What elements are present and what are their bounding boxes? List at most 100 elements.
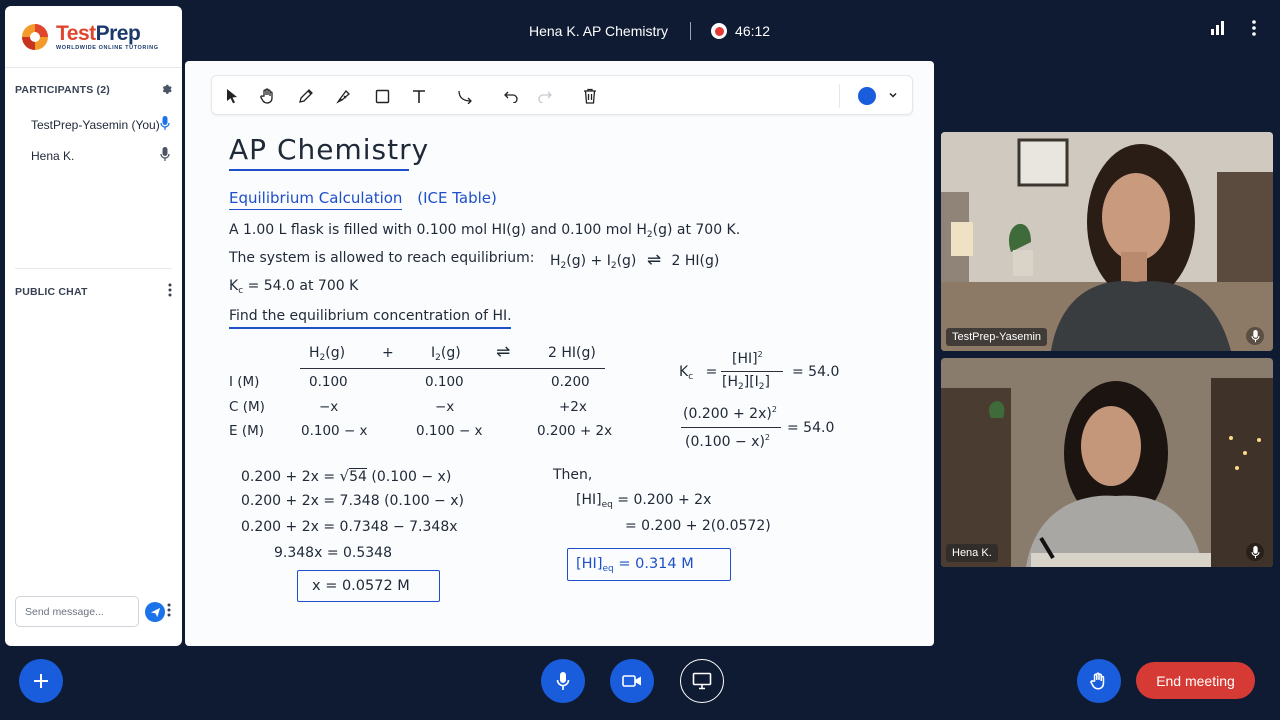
- kc-sub-numerator: (0.200 + 2x)2: [683, 405, 777, 422]
- superscript: 2: [771, 405, 777, 414]
- ice-cell: 0.200 + 2x: [537, 423, 613, 439]
- ice-cell: 0.100 − x: [301, 423, 368, 439]
- mic-icon: [160, 116, 170, 134]
- highlighter-icon[interactable]: [334, 86, 354, 106]
- hand-icon[interactable]: [258, 86, 278, 106]
- ice-row-label: C (M): [229, 399, 265, 415]
- chat-header: PUBLIC CHAT: [5, 283, 182, 300]
- rectangle-icon[interactable]: [372, 86, 392, 106]
- participant-item[interactable]: TestPrep-Yasemin (You): [5, 116, 182, 134]
- meeting-title: Hena K. AP Chemistry: [529, 23, 669, 39]
- subscript: eq: [601, 500, 613, 510]
- chat-menu-icon[interactable]: [168, 283, 172, 300]
- fraction-denominator: ]: [764, 374, 770, 390]
- meeting-timer: 46:12: [735, 23, 771, 39]
- reaction-equation: H2(g) + I2(g) ⇌ 2 HI(g): [550, 250, 719, 271]
- redo-icon[interactable]: [534, 86, 554, 106]
- question-underline: [229, 327, 511, 329]
- problem-line-2: The system is allowed to reach equilibri…: [229, 250, 534, 266]
- end-meeting-label: End meeting: [1156, 672, 1235, 689]
- trash-icon[interactable]: [580, 86, 600, 106]
- fraction-bar: [721, 371, 783, 372]
- participant-name: Hena K.: [31, 149, 75, 163]
- meeting-header: Hena K. AP Chemistry 46:12: [529, 22, 770, 40]
- video-name-label: TestPrep-Yasemin: [946, 328, 1048, 346]
- superscript: 2: [764, 433, 771, 442]
- work-line-1: 0.200 + 2x = √54 (0.100 − x): [241, 467, 451, 485]
- whiteboard-toolbar: [211, 75, 913, 115]
- whiteboard[interactable]: AP Chemistry Equilibrium Calculation (IC…: [185, 61, 934, 646]
- send-button[interactable]: [145, 602, 165, 622]
- screen-share-button[interactable]: [680, 659, 724, 703]
- color-picker-swatch[interactable]: [858, 87, 876, 105]
- title-underline: [229, 169, 409, 171]
- end-meeting-button[interactable]: End meeting: [1136, 662, 1255, 699]
- toolbar-divider: [839, 84, 840, 108]
- select-icon[interactable]: [222, 86, 242, 106]
- work-line-3: 0.200 + 2x = 0.7348 − 7.348x: [241, 519, 458, 535]
- ice-text: (g): [440, 345, 461, 361]
- work-line-2: 0.200 + 2x = 7.348 (0.100 − x): [241, 493, 464, 509]
- undo-icon[interactable]: [501, 86, 521, 106]
- ice-cell: 0.100: [425, 374, 464, 390]
- send-icon: [150, 607, 160, 617]
- raise-hand-button[interactable]: [1077, 659, 1121, 703]
- work-line-4: 9.348x = 0.5348: [274, 545, 392, 561]
- answer-x: x = 0.0572 M: [312, 578, 410, 594]
- board-subtitle: Equilibrium Calculation (ICE Table): [229, 189, 497, 210]
- tutor-video-feed: [941, 132, 1273, 351]
- kc-expr-symbol: Kc =: [679, 364, 717, 382]
- ice-header-rule: [300, 368, 605, 369]
- then-label: Then,: [553, 467, 593, 483]
- video-tile-tutor[interactable]: TestPrep-Yasemin: [941, 132, 1273, 351]
- then-line-2: = 0.200 + 2(0.0572): [625, 518, 771, 534]
- chat-options-icon[interactable]: [167, 603, 171, 622]
- camera-icon: [622, 675, 641, 687]
- brand-name-part1: Test: [56, 21, 96, 45]
- monitor-icon: [692, 672, 712, 690]
- chat-message-input[interactable]: Send message...: [15, 596, 139, 627]
- problem-text: A 1.00 L flask is filled with 0.100 mol …: [229, 222, 647, 238]
- mic-icon: [1246, 543, 1264, 561]
- equals-sign: =: [705, 364, 718, 380]
- ice-cell: −x: [435, 399, 455, 415]
- ice-text: H: [309, 345, 320, 361]
- problem-text: The system is allowed to reach equilibri…: [229, 250, 535, 266]
- reaction-text: (g) + I: [566, 253, 611, 269]
- participants-header: PARTICIPANTS (2): [5, 82, 182, 97]
- chat-title: PUBLIC CHAT: [15, 285, 88, 298]
- ice-header-arrow: ⇌: [496, 342, 511, 362]
- text-icon[interactable]: [409, 86, 429, 106]
- microphone-button[interactable]: [541, 659, 585, 703]
- chat-placeholder: Send message...: [25, 605, 104, 618]
- fraction-denominator: [H: [722, 374, 738, 390]
- kc-sub-denominator: (0.100 − x)2: [685, 433, 770, 450]
- kc-denominator: [H2][I2]: [722, 374, 770, 392]
- subscript: c: [688, 372, 694, 382]
- student-video-feed: [941, 358, 1273, 567]
- kc-symbol: K: [229, 278, 239, 294]
- plus-icon: [34, 674, 48, 688]
- equilibrium-arrow: ⇌: [646, 250, 662, 270]
- answer-text: = 0.314 M: [613, 556, 694, 572]
- ice-cell: 0.100: [309, 374, 348, 390]
- fraction-numerator: [HI]: [732, 351, 758, 367]
- connector-icon[interactable]: [455, 86, 475, 106]
- brand-name-part2: Prep: [95, 21, 141, 45]
- reaction-text: (g): [616, 253, 637, 269]
- participant-item[interactable]: Hena K.: [5, 147, 182, 164]
- participants-title: PARTICIPANTS (2): [15, 83, 110, 96]
- add-button[interactable]: [19, 659, 63, 703]
- brand-tagline: WORLDWIDE ONLINE TUTORING: [56, 44, 159, 51]
- gear-icon[interactable]: [160, 82, 172, 97]
- video-tile-student[interactable]: Hena K.: [941, 358, 1273, 567]
- radicand: 54: [349, 468, 367, 485]
- pencil-icon[interactable]: [296, 86, 316, 106]
- camera-button[interactable]: [610, 659, 654, 703]
- signal-icon[interactable]: [1210, 21, 1226, 40]
- chevron-down-icon[interactable]: [888, 88, 898, 107]
- video-name-label: Hena K.: [946, 544, 998, 562]
- more-options-icon[interactable]: [1252, 20, 1256, 41]
- answer-text: [HI]: [576, 556, 603, 572]
- hand-icon: [1090, 672, 1105, 690]
